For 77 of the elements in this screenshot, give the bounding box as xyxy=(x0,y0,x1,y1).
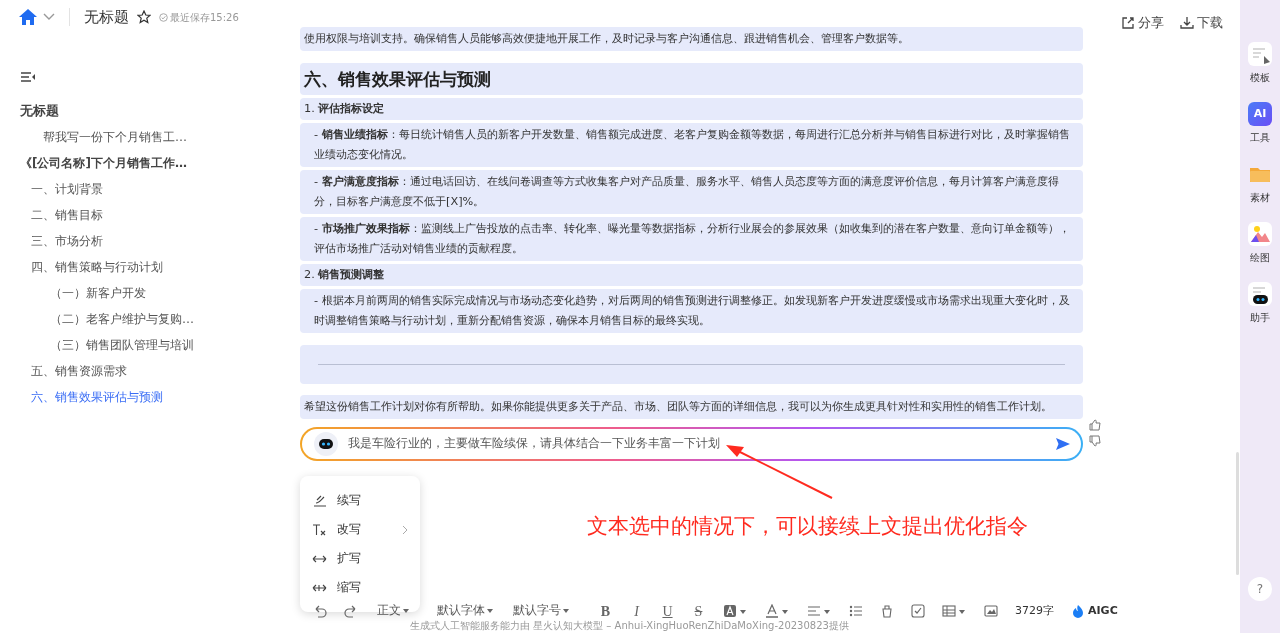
rail-button[interactable]: AI 工具 xyxy=(1248,102,1272,145)
image-icon[interactable] xyxy=(983,604,998,618)
chevron-down-icon[interactable] xyxy=(43,13,55,21)
check-circle-icon xyxy=(159,12,168,22)
bullet-paragraph: - 销售业绩指标：每日统计销售人员的新客户开发数量、销售额完成进度、老客户复购金额等数据，每周进行汇总分析并与销售目标进行对比，及时掌握销售业绩动态变化情况。 xyxy=(300,123,1083,167)
menu-item[interactable]: 缩写 xyxy=(300,573,420,602)
caret-icon xyxy=(487,609,493,613)
bold-button[interactable]: B xyxy=(590,601,621,621)
outline-toggle-icon[interactable] xyxy=(20,70,36,83)
share-icon xyxy=(1121,16,1135,31)
share-button[interactable]: 分享 xyxy=(1121,14,1164,33)
table-icon[interactable] xyxy=(942,604,966,618)
paragraph: 希望这份销售工作计划对你有所帮助。如果你能提供更多关于产品、市场、团队等方面的详细信息，我可以为你生成更具针对性和实用性的销售工作计划。 xyxy=(300,395,1083,419)
thumbs-down-icon[interactable] xyxy=(1089,434,1101,447)
document-title: 无标题 xyxy=(84,6,129,28)
align-icon[interactable] xyxy=(807,604,831,618)
paint-bucket-icon[interactable] xyxy=(879,604,894,618)
thumbs-up-icon[interactable] xyxy=(1089,418,1101,431)
help-button[interactable]: ? xyxy=(1248,577,1272,601)
outline-item[interactable]: 二、销售目标 xyxy=(20,202,290,228)
bullet-paragraph: - 客户满意度指标：通过电话回访、在线问卷调查等方式收集客户对产品质量、服务水平、销售人员态度等方面的满意度评价信息，每月计算客户满意度得分，目标客户满意度不低于[X]%。 xyxy=(300,170,1083,214)
word-count: 3729字 xyxy=(1014,602,1055,619)
download-icon xyxy=(1180,16,1194,31)
subheading: 1. 评估指标设定 xyxy=(300,98,1083,120)
menu-item[interactable]: 扩写 xyxy=(300,544,420,573)
caret-icon xyxy=(403,609,409,613)
menu-item[interactable]: 续写 xyxy=(300,486,420,515)
send-icon[interactable] xyxy=(1055,437,1071,451)
outline-item[interactable]: 四、销售策略与行动计划 xyxy=(20,254,290,280)
pen-icon xyxy=(312,493,327,508)
rail-button[interactable]: 模板 xyxy=(1248,42,1272,85)
template-icon xyxy=(1248,42,1272,66)
underline-button[interactable]: U xyxy=(652,601,683,621)
landscape-icon xyxy=(1248,222,1272,246)
rail-button[interactable]: 助手 xyxy=(1248,282,1272,325)
outline-item[interactable]: （三）销售团队管理与培训 xyxy=(20,332,290,358)
star-icon[interactable] xyxy=(137,10,151,24)
download-button[interactable]: 下载 xyxy=(1180,14,1223,33)
outline-item[interactable]: 五、销售资源需求 xyxy=(20,358,290,384)
footer-text: 生成式人工智能服务能力由 星火认知大模型 – Anhui-XingHuoRenZhiDaMoXing-20230823提供 xyxy=(410,620,849,632)
font-color-icon[interactable] xyxy=(765,604,789,618)
bullet-list-icon[interactable] xyxy=(848,604,863,618)
outline-item[interactable]: （一）新客户开发 xyxy=(20,280,290,306)
flame-icon xyxy=(1072,604,1084,618)
strikethrough-button[interactable]: S xyxy=(683,601,714,621)
home-icon[interactable] xyxy=(18,8,38,26)
rail-button[interactable]: 素材 xyxy=(1248,162,1272,205)
bullet-paragraph: - 根据本月前两周的销售实际完成情况与市场动态变化趋势，对后两周的销售预测进行调整修正。如发现新客户开发进度缓慢或市场需求出现重大变化时，及时调整销售策略与行动计划，重新分配销售资源，确保本月销售目标的最终实现。 xyxy=(300,289,1083,333)
font-size-dropdown[interactable]: 默认字号 xyxy=(510,601,572,621)
robot-avatar-icon xyxy=(314,432,338,456)
outline-item[interactable]: 六、销售效果评估与预测 xyxy=(20,384,290,410)
aigc-button[interactable]: AIGC xyxy=(1069,601,1121,621)
font-dropdown[interactable]: 默认字体 xyxy=(434,601,496,621)
bullet-paragraph: - 市场推广效果指标：监测线上广告投放的点击率、转化率、曝光量等数据指标，分析行业展会的参展效果（如收集到的潜在客户数量、意向订单金额等），评估市场推广活动对销售业绩的贡献程度。 xyxy=(300,217,1083,261)
paragraph: 使用权限与培训支持。确保销售人员能够高效便捷地开展工作，及时记录与客户沟通信息、跟进销售机会、管理客户数据等。 xyxy=(300,27,1083,51)
subheading: 2. 销售预测调整 xyxy=(300,264,1083,286)
annotation-text: 文本选中的情况下，可以接续上文提出优化指令 xyxy=(587,513,1028,540)
caret-icon xyxy=(563,609,569,613)
save-status: 最近保存15:26 xyxy=(170,10,239,25)
rail-button[interactable]: 绘图 xyxy=(1248,222,1272,265)
outline-item[interactable]: 一、计划背景 xyxy=(20,176,290,202)
ai-badge: AI xyxy=(1248,102,1272,126)
paragraph-style-dropdown[interactable]: 正文 xyxy=(374,601,412,621)
redo-icon[interactable] xyxy=(343,604,358,618)
prompt-input[interactable]: 我是车险行业的，主要做车险续保，请具体结合一下业务丰富一下计划 xyxy=(348,435,1045,453)
highlight-icon[interactable] xyxy=(723,604,747,618)
outline-item[interactable]: 帮我写一份下个月销售工… xyxy=(20,124,290,150)
outline-item[interactable]: 《[公司名称]下个月销售工作… xyxy=(20,150,290,176)
menu-item[interactable]: 改写 xyxy=(300,515,420,544)
section-heading: 六、销售效果评估与预测 xyxy=(300,63,1083,95)
italic-button[interactable]: I xyxy=(621,601,652,621)
clear-format-icon xyxy=(312,522,327,537)
robot-icon xyxy=(1248,282,1272,306)
checkbox-icon[interactable] xyxy=(910,604,925,618)
outline-item[interactable]: （二）老客户维护与复购… xyxy=(20,306,290,332)
outline-title: 无标题 xyxy=(20,102,60,120)
outline-item[interactable]: 三、市场分析 xyxy=(20,228,290,254)
